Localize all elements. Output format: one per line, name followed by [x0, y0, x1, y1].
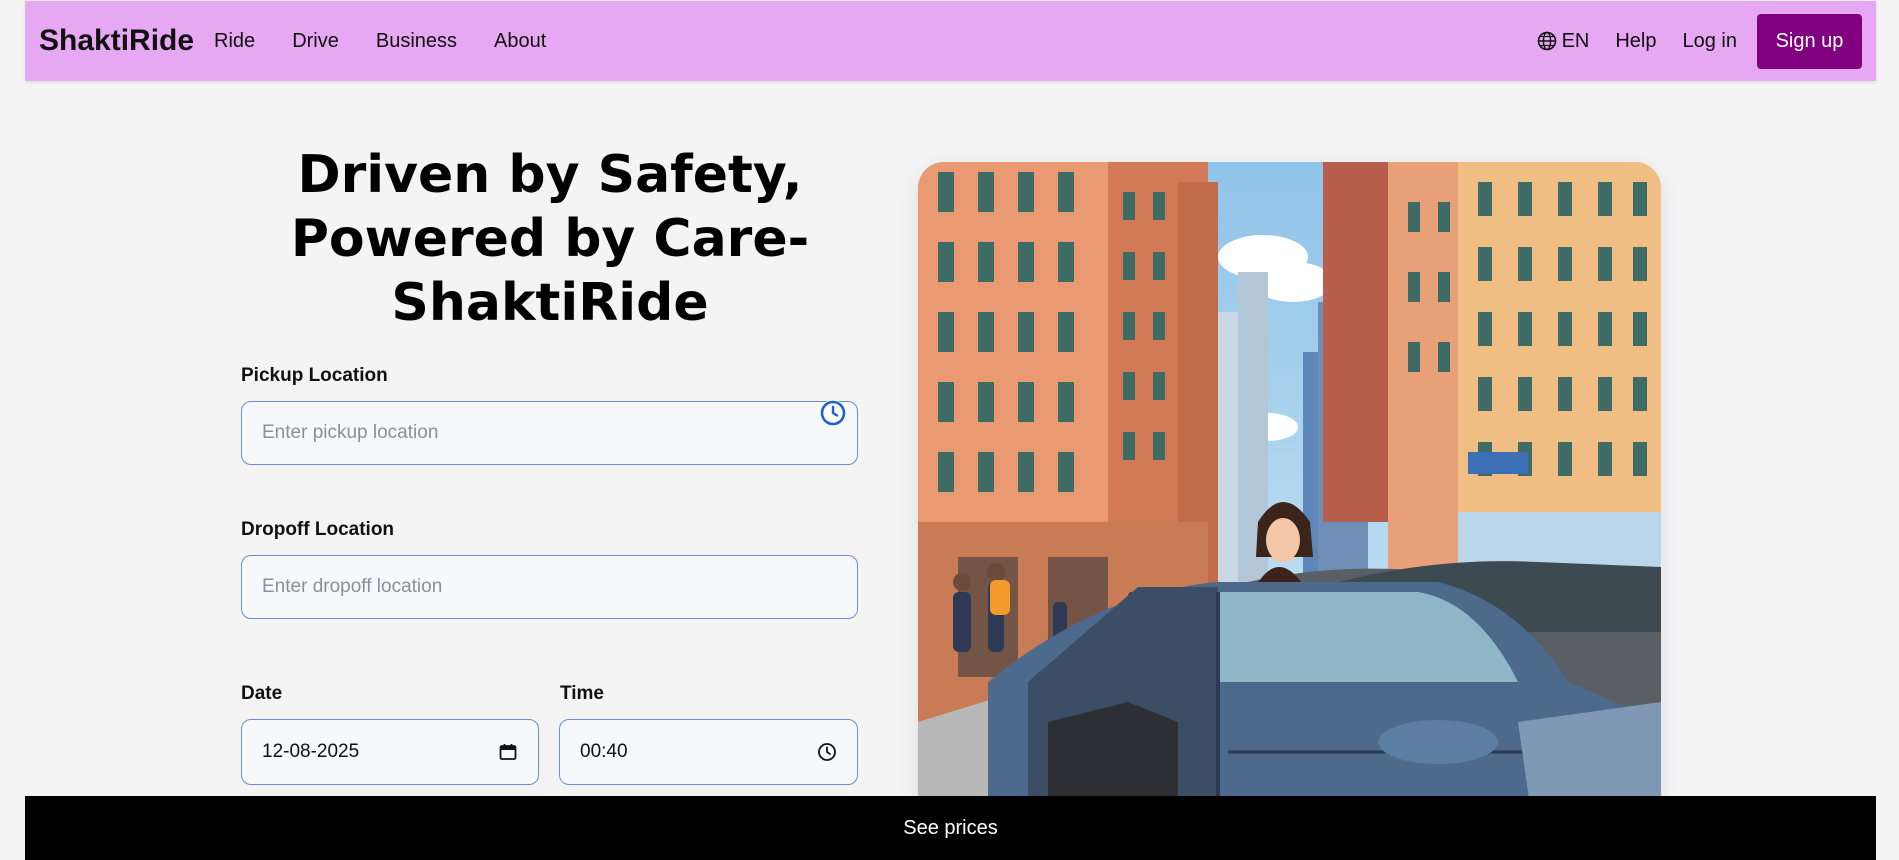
hero-illustration — [918, 162, 1661, 860]
pickup-label: Pickup Location — [241, 365, 388, 386]
language-label: EN — [1561, 29, 1590, 52]
see-prices-label: See prices — [903, 816, 998, 839]
language-selector[interactable]: EN — [1537, 29, 1590, 53]
hero-title-line-1: Driven by Safety, — [297, 145, 803, 205]
login-link[interactable]: Log in — [1683, 30, 1738, 53]
calendar-icon[interactable] — [498, 742, 518, 762]
see-prices-button[interactable]: See prices — [25, 796, 1876, 860]
time-input[interactable]: 00:40 — [559, 719, 858, 785]
date-value: 12-08-2025 — [262, 741, 360, 762]
dropoff-input[interactable] — [241, 555, 858, 619]
time-label: Time — [560, 683, 605, 704]
pickup-recent-button[interactable] — [820, 400, 846, 426]
pickup-input[interactable] — [241, 401, 858, 465]
hero-title-line-3: ShaktiRide — [391, 273, 709, 333]
nav-link-ride[interactable]: Ride — [214, 30, 255, 53]
top-navbar: ShaktiRide Ride Drive Business About EN … — [25, 1, 1876, 81]
time-value: 00:40 — [580, 741, 628, 762]
nav-right-group: EN Help Log in Sign up — [1537, 13, 1862, 69]
date-label: Date — [241, 683, 283, 704]
clock-icon — [820, 400, 846, 426]
date-input[interactable]: 12-08-2025 — [241, 719, 539, 785]
hero-title-line-2: Powered by Care- — [290, 209, 810, 269]
signup-button[interactable]: Sign up — [1757, 13, 1862, 69]
dropoff-label: Dropoff Location — [241, 519, 395, 540]
help-link[interactable]: Help — [1615, 30, 1656, 53]
nav-link-about[interactable]: About — [494, 30, 546, 53]
hero-title: Driven by Safety, Powered by Care- Shakt… — [240, 143, 860, 335]
clock-icon[interactable] — [817, 742, 837, 762]
brand-logo[interactable]: ShaktiRide — [39, 24, 194, 58]
city-street-illustration — [918, 162, 1661, 860]
nav-link-drive[interactable]: Drive — [292, 30, 339, 53]
globe-icon — [1537, 31, 1556, 51]
nav-link-business[interactable]: Business — [376, 30, 457, 53]
